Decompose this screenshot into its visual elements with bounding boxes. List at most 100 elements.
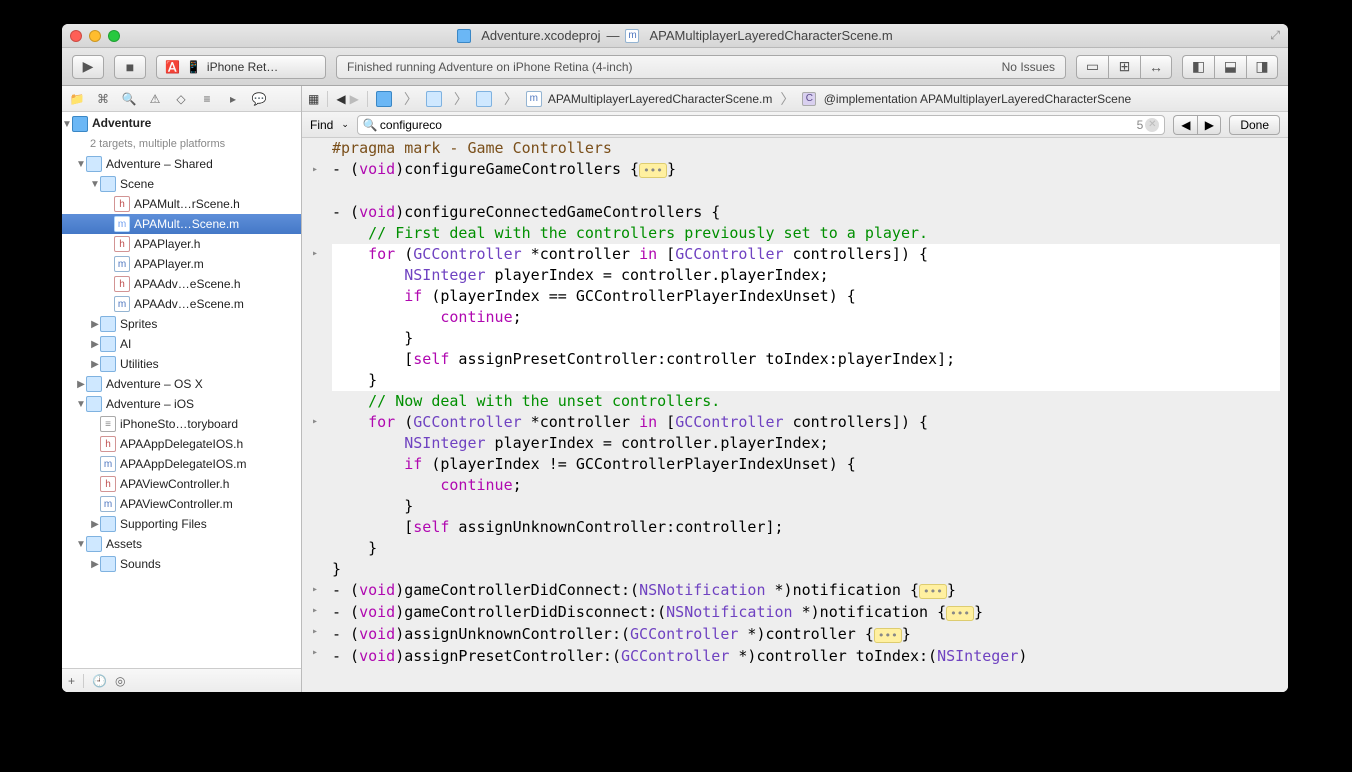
activity-issues: No Issues: [1002, 60, 1055, 74]
find-count: 5: [1137, 118, 1144, 132]
tree-row[interactable]: ▶Adventure – OS X: [62, 374, 301, 394]
related-items-icon[interactable]: ▦: [308, 92, 319, 106]
test-navigator-tab[interactable]: ◇: [172, 90, 190, 108]
project-name: Adventure: [92, 117, 151, 130]
project-icon: [457, 29, 471, 43]
tree-label: APAAppDelegateIOS.h: [120, 437, 243, 451]
tree-label: AI: [120, 337, 131, 351]
fold-icon[interactable]: ▸: [312, 579, 318, 600]
scheme-selector[interactable]: 🅰️ 📱 iPhone Ret…: [156, 55, 326, 79]
file-icon: m: [625, 29, 639, 43]
tree-label: APAAdv…eScene.m: [134, 297, 244, 311]
titlebar: Adventure.xcodeproj — m APAMultiplayerLa…: [62, 24, 1288, 48]
tree-label: APAAppDelegateIOS.m: [120, 457, 247, 471]
fullscreen-icon[interactable]: ⤢: [1270, 28, 1280, 43]
folder-icon: [86, 396, 102, 412]
fold-icon[interactable]: ▸: [312, 411, 318, 432]
fold-icon[interactable]: ▸: [312, 159, 318, 180]
project-navigator-tab[interactable]: 📁: [68, 90, 86, 108]
stop-button[interactable]: ■: [114, 55, 146, 79]
fold-icon[interactable]: ▸: [312, 621, 318, 642]
tree-row[interactable]: hAPAMult…rScene.h: [62, 194, 301, 214]
tree-row[interactable]: hAPAPlayer.h: [62, 234, 301, 254]
m-icon: m: [114, 256, 130, 272]
tree-row[interactable]: ▼Assets: [62, 534, 301, 554]
jump-symbol[interactable]: C @implementation APAMultiplayerLayeredC…: [802, 92, 1131, 106]
tree-row[interactable]: h APAAppDelegateIOS.h: [62, 434, 301, 454]
find-mode-label[interactable]: Find: [310, 118, 333, 132]
jump-folder2[interactable]: [476, 91, 496, 107]
tree-label: Adventure – OS X: [106, 377, 203, 391]
find-next-button[interactable]: ▶: [1197, 115, 1221, 135]
tree-row[interactable]: ▶Utilities: [62, 354, 301, 374]
back-button[interactable]: ◀: [336, 92, 345, 106]
find-done-button[interactable]: Done: [1229, 115, 1280, 135]
add-button[interactable]: +: [68, 674, 75, 688]
tree-label: Supporting Files: [120, 517, 207, 531]
debug-navigator-tab[interactable]: ≡: [198, 90, 216, 108]
toggle-left-panel-button[interactable]: ◧: [1182, 55, 1214, 79]
folder-icon: [86, 156, 102, 172]
zoom-button[interactable]: [108, 30, 120, 42]
close-button[interactable]: [70, 30, 82, 42]
tree-row[interactable]: ▼Adventure – Shared: [62, 154, 301, 174]
folder-icon: [86, 536, 102, 552]
tree-row[interactable]: mAPAAppDelegateIOS.m: [62, 454, 301, 474]
tree-row[interactable]: ≡iPhoneSto…toryboard: [62, 414, 301, 434]
tree-project-sub: 2 targets, multiple platforms: [62, 134, 301, 154]
breakpoint-navigator-tab[interactable]: ▸: [224, 90, 242, 108]
standard-editor-button[interactable]: ▭: [1076, 55, 1108, 79]
tree-row[interactable]: ▶Sounds: [62, 554, 301, 574]
assistant-editor-button[interactable]: ⊞: [1108, 55, 1140, 79]
tree-row[interactable]: mAPAAdv…eScene.m: [62, 294, 301, 314]
log-navigator-tab[interactable]: 💬: [250, 90, 268, 108]
tree-row[interactable]: ▶AI: [62, 334, 301, 354]
tree-row[interactable]: ▼Scene: [62, 174, 301, 194]
recent-filter-icon[interactable]: 🕘: [92, 674, 107, 688]
issue-navigator-tab[interactable]: ⚠: [146, 90, 164, 108]
tree-row[interactable]: mAPAPlayer.m: [62, 254, 301, 274]
version-editor-button[interactable]: ↔: [1140, 55, 1172, 79]
scm-filter-icon[interactable]: ◎: [115, 674, 125, 688]
clear-search-button[interactable]: ✕: [1145, 118, 1159, 132]
tree-label: Utilities: [120, 357, 159, 371]
jump-file[interactable]: mAPAMultiplayerLayeredCharacterScene.m: [526, 91, 773, 107]
title-project: Adventure.xcodeproj: [481, 28, 600, 43]
tree-row[interactable]: ▼Adventure – iOS: [62, 394, 301, 414]
jump-folder1[interactable]: [426, 91, 446, 107]
tree-row[interactable]: mAPAMult…Scene.m: [62, 214, 301, 234]
toggle-bottom-panel-button[interactable]: ⬓: [1214, 55, 1246, 79]
code-editor[interactable]: #pragma mark - Game Controllers ▸- (void…: [302, 138, 1288, 692]
fold-icon[interactable]: ▸: [312, 243, 318, 264]
tree-row[interactable]: mAPAViewController.m: [62, 494, 301, 514]
forward-button[interactable]: ▶: [350, 92, 359, 106]
project-tree[interactable]: ▼ Adventure 2 targets, multiple platform…: [62, 112, 301, 668]
h-icon: h: [100, 436, 116, 452]
run-button[interactable]: ▶: [72, 55, 104, 79]
window-title: Adventure.xcodeproj — m APAMultiplayerLa…: [70, 28, 1280, 43]
navigator-selector: 📁 ⌘ 🔍 ⚠ ◇ ≡ ▸ 💬: [62, 86, 301, 112]
tree-row[interactable]: hAPAViewController.h: [62, 474, 301, 494]
find-prev-button[interactable]: ◀: [1173, 115, 1197, 135]
find-mode-chevron-icon[interactable]: ⌄: [341, 119, 349, 130]
search-navigator-tab[interactable]: 🔍: [120, 90, 138, 108]
fold-icon[interactable]: ▸: [312, 642, 318, 663]
title-file: APAMultiplayerLayeredCharacterScene.m: [649, 28, 892, 43]
tree-label: Adventure – Shared: [106, 157, 213, 171]
find-bar: Find ⌄ 🔍 5 ✕ ◀ ▶ Done: [302, 112, 1288, 138]
symbol-navigator-tab[interactable]: ⌘: [94, 90, 112, 108]
find-input[interactable]: [357, 115, 1165, 135]
tree-row[interactable]: ▶Sprites: [62, 314, 301, 334]
tree-project-root[interactable]: ▼ Adventure: [62, 114, 301, 134]
jump-project[interactable]: [376, 91, 396, 107]
minimize-button[interactable]: [89, 30, 101, 42]
tree-row[interactable]: ▶Supporting Files: [62, 514, 301, 534]
folder-icon: [100, 516, 116, 532]
h-icon: h: [114, 236, 130, 252]
tree-row[interactable]: hAPAAdv…eScene.h: [62, 274, 301, 294]
h-icon: h: [100, 476, 116, 492]
toolbar: ▶ ■ 🅰️ 📱 iPhone Ret… Finished running Ad…: [62, 48, 1288, 86]
toggle-right-panel-button[interactable]: ◨: [1246, 55, 1278, 79]
fold-icon[interactable]: ▸: [312, 600, 318, 621]
jump-bar[interactable]: ▦ ◀ ▶ 〉 〉 〉 mAPAMultiplayerLayeredCharac…: [302, 86, 1288, 112]
